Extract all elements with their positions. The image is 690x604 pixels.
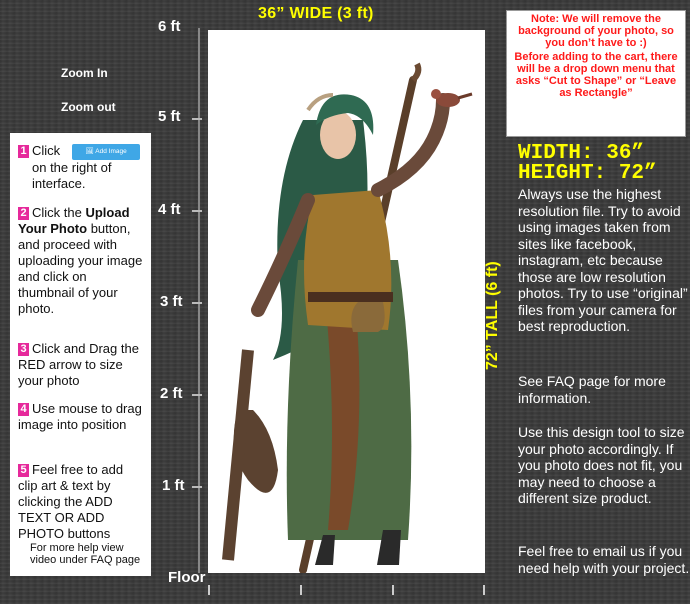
step-number-badge: 1 — [18, 145, 29, 158]
step-number-badge: 2 — [18, 207, 29, 220]
background-removal-note: Note: We will remove the background of y… — [506, 10, 686, 137]
info-contact: Feel free to email us if you need help w… — [518, 543, 690, 576]
height-title: 72” TALL (6 ft) — [484, 261, 501, 370]
height-dimension: HEIGHT: 72” — [518, 162, 657, 185]
add-image-button[interactable]: 🖼 Add Image — [72, 143, 141, 160]
info-faq: See FAQ page for more information. — [518, 373, 666, 406]
ruler-tick — [192, 118, 202, 120]
instruction-step-4: 4 Use mouse to drag image into position — [18, 401, 144, 433]
width-tick — [392, 585, 394, 595]
instruction-step-5: 5 Feel free to add clip art & text by cli… — [18, 462, 144, 542]
ruler-tick — [192, 486, 202, 488]
step-1-text-b: on the right of interface. — [32, 159, 112, 191]
info-sizing: Use this design tool to size your photo … — [518, 424, 685, 506]
step-3-text: Click and Drag the RED arrow to size you… — [18, 341, 139, 388]
width-tick — [300, 585, 302, 595]
instruction-step-2: 2 Click the Upload Your Photo button, and… — [18, 205, 144, 317]
note-line-2: Before adding to the cart, there will be… — [514, 51, 678, 99]
step-4-text: Use mouse to drag image into position — [18, 401, 142, 432]
step-1-text-a: Click — [32, 143, 61, 158]
step-2-text-a: Click the — [32, 205, 86, 220]
help-text: For more help view video under FAQ page — [30, 542, 141, 566]
add-image-label: Add Image — [95, 147, 127, 155]
step-number-badge: 5 — [18, 464, 29, 477]
step-5-text: Feel free to add clip art & text by clic… — [18, 462, 124, 541]
step-number-badge: 4 — [18, 403, 29, 416]
ruler-tick — [192, 302, 202, 304]
step-number-badge: 3 — [18, 343, 29, 356]
ruler-label-6ft: 6 ft — [158, 18, 181, 35]
zoom-in-button[interactable]: Zoom In — [61, 66, 108, 80]
ruler-label-5ft: 5 ft — [158, 108, 181, 125]
instruction-step-1: 1 Click 🖼 Add Image on the right of interf… — [18, 143, 144, 192]
width-tick — [483, 585, 485, 595]
ruler-tick — [192, 210, 202, 212]
height-ruler — [198, 28, 200, 573]
ruler-label-floor: Floor — [168, 569, 206, 586]
design-canvas[interactable] — [208, 30, 485, 573]
character-photo[interactable] — [208, 30, 485, 573]
zoom-out-button[interactable]: Zoom out — [61, 100, 116, 114]
width-tick — [208, 585, 210, 595]
width-title: 36” WIDE (3 ft) — [258, 5, 374, 22]
ruler-label-4ft: 4 ft — [158, 201, 181, 218]
ruler-label-1ft: 1 ft — [162, 477, 185, 494]
ruler-label-2ft: 2 ft — [160, 385, 183, 402]
instructions-panel: 1 Click 🖼 Add Image on the right of interf… — [10, 133, 151, 576]
ruler-tick — [192, 394, 202, 396]
ruler-label-3ft: 3 ft — [160, 293, 183, 310]
note-line-1: Note: We will remove the background of y… — [518, 13, 674, 49]
info-resolution: Always use the highest resolution file. … — [518, 186, 688, 334]
instruction-step-3: 3 Click and Drag the RED arrow to size yo… — [18, 341, 144, 389]
